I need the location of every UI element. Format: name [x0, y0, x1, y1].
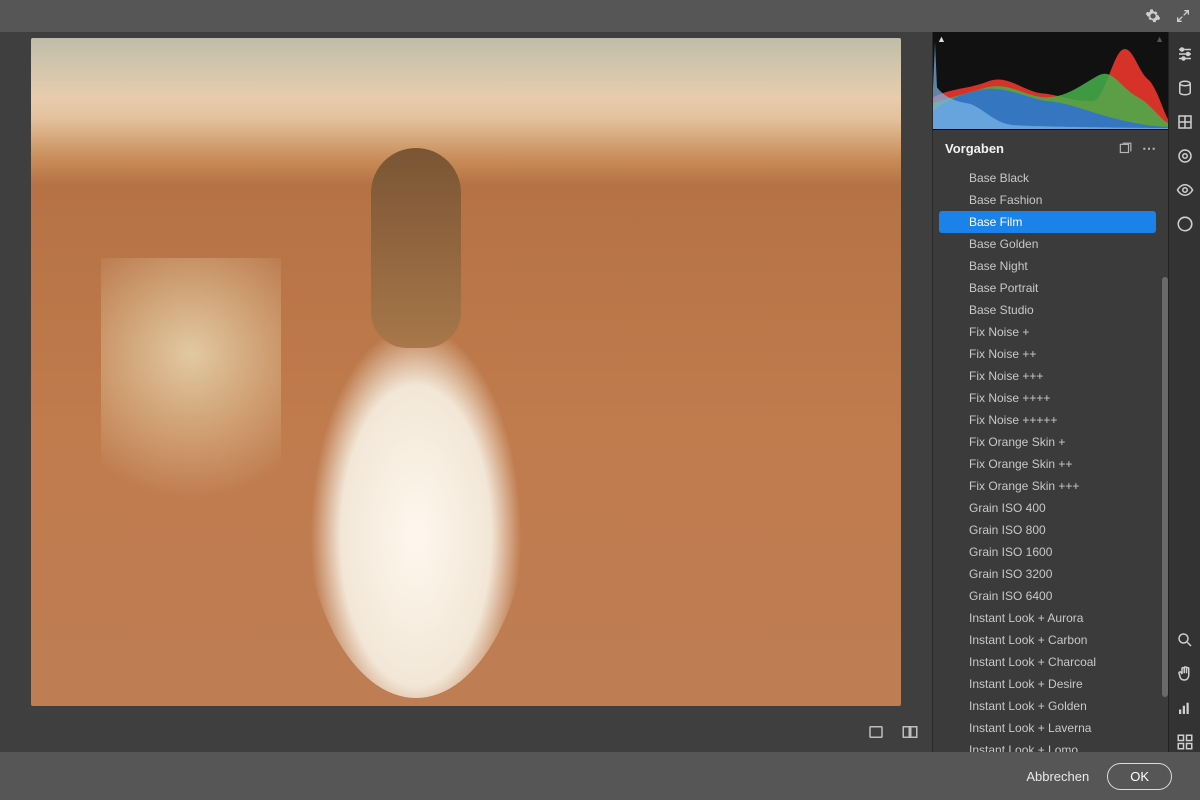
image-frame	[0, 32, 932, 712]
preset-item[interactable]: Instant Look + Carbon	[939, 629, 1156, 651]
radial-icon[interactable]	[1175, 146, 1195, 166]
app-root: ▲ ▲ Vorgaben ⋯	[0, 0, 1200, 800]
preset-item[interactable]: Instant Look + Lomo	[939, 739, 1156, 752]
highlight-clip-indicator[interactable]: ▲	[1155, 34, 1164, 44]
single-view-icon[interactable]	[866, 722, 886, 742]
ok-button[interactable]: OK	[1107, 763, 1172, 790]
preset-item[interactable]: Base Fashion	[939, 189, 1156, 211]
scrollbar-thumb[interactable]	[1162, 277, 1168, 697]
expand-icon[interactable]	[1174, 7, 1192, 25]
preset-item[interactable]: Base Night	[939, 255, 1156, 277]
preset-item[interactable]: Instant Look + Laverna	[939, 717, 1156, 739]
filmstrip-icon[interactable]	[1175, 732, 1195, 752]
histogram-area: ▲ ▲	[933, 32, 1168, 130]
preset-item[interactable]: Fix Orange Skin +++	[939, 475, 1156, 497]
zoom-icon[interactable]	[1175, 630, 1195, 650]
image-canvas-area	[0, 32, 932, 752]
preset-item[interactable]: Fix Noise +++++	[939, 409, 1156, 431]
window-titlebar	[0, 0, 1200, 32]
eye-icon[interactable]	[1175, 180, 1195, 200]
preset-item[interactable]: Base Black	[939, 167, 1156, 189]
preset-item[interactable]: Fix Orange Skin ++	[939, 453, 1156, 475]
lens-icon[interactable]	[1175, 214, 1195, 234]
shadow-clip-indicator[interactable]: ▲	[937, 34, 946, 44]
preview-image[interactable]	[31, 38, 901, 706]
preset-item[interactable]: Instant Look + Desire	[939, 673, 1156, 695]
preset-item[interactable]: Fix Orange Skin +	[939, 431, 1156, 453]
side-panel: ▲ ▲ Vorgaben ⋯	[932, 32, 1168, 752]
preset-item[interactable]: Base Film	[939, 211, 1156, 233]
preset-list: Base BlackBase FashionBase FilmBase Gold…	[933, 167, 1168, 752]
preset-item[interactable]: Base Portrait	[939, 277, 1156, 299]
preset-item[interactable]: Grain ISO 3200	[939, 563, 1156, 585]
preset-item[interactable]: Base Studio	[939, 299, 1156, 321]
levels-icon[interactable]	[1175, 698, 1195, 718]
cancel-button[interactable]: Abbrechen	[1026, 769, 1089, 784]
main-area: ▲ ▲ Vorgaben ⋯	[0, 32, 1200, 752]
more-icon[interactable]: ⋯	[1142, 140, 1156, 157]
preset-item[interactable]: Grain ISO 1600	[939, 541, 1156, 563]
preset-item[interactable]: Instant Look + Aurora	[939, 607, 1156, 629]
settings-icon[interactable]	[1144, 7, 1162, 25]
tool-strip	[1168, 32, 1200, 752]
preset-item[interactable]: Instant Look + Charcoal	[939, 651, 1156, 673]
preset-item[interactable]: Fix Noise +++	[939, 365, 1156, 387]
new-preset-icon[interactable]	[1118, 142, 1132, 156]
preset-item[interactable]: Fix Noise ++++	[939, 387, 1156, 409]
scrollbar[interactable]	[1162, 167, 1168, 752]
histogram[interactable]: ▲ ▲	[933, 32, 1168, 130]
before-after-icon[interactable]	[900, 722, 920, 742]
preset-item[interactable]: Fix Noise ++	[939, 343, 1156, 365]
tone-curve-icon[interactable]	[1175, 78, 1195, 98]
filter-grid-icon[interactable]	[1175, 112, 1195, 132]
canvas-toolbar	[0, 712, 932, 752]
preset-item[interactable]: Base Golden	[939, 233, 1156, 255]
preset-item[interactable]: Fix Noise +	[939, 321, 1156, 343]
sliders-icon[interactable]	[1175, 44, 1195, 64]
preset-item[interactable]: Grain ISO 6400	[939, 585, 1156, 607]
preset-item[interactable]: Instant Look + Golden	[939, 695, 1156, 717]
preset-item[interactable]: Grain ISO 400	[939, 497, 1156, 519]
panel-title: Vorgaben	[945, 141, 1004, 156]
panel-header: Vorgaben ⋯	[933, 130, 1168, 167]
footer: Abbrechen OK	[0, 752, 1200, 800]
preset-item[interactable]: Grain ISO 800	[939, 519, 1156, 541]
hand-tool-icon[interactable]	[1175, 664, 1195, 684]
